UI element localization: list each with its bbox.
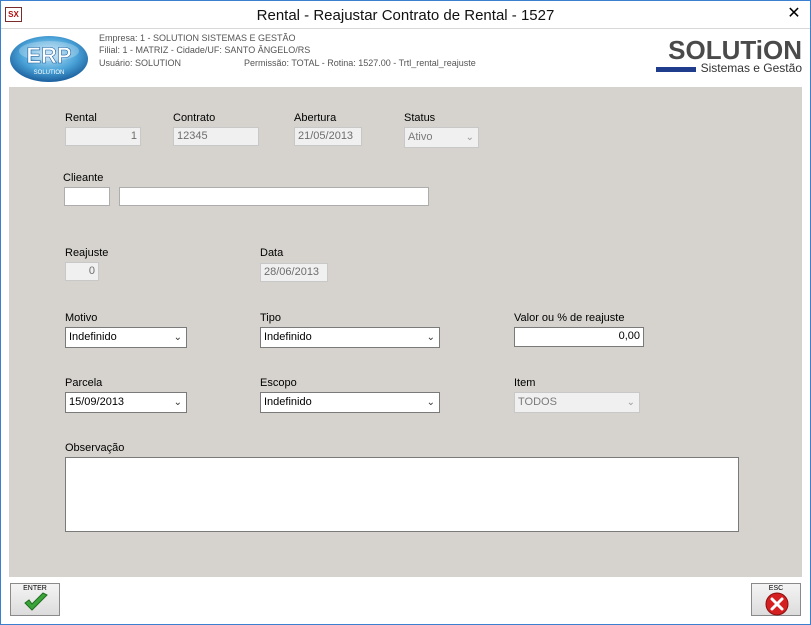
filial-info: Filial: 1 - MATRIZ - Cidade/UF: SANTO ÂN… <box>99 45 311 55</box>
usuario-info: Usuário: SOLUTION <box>99 58 182 68</box>
data-field: 28/06/2013 <box>260 263 328 282</box>
tipo-select[interactable]: Indefinido ⌄ <box>260 327 440 348</box>
escopo-label: Escopo <box>260 377 297 389</box>
abertura-field: 21/05/2013 <box>294 127 362 146</box>
esc-label: ESC <box>768 585 784 592</box>
reajuste-field: 0 <box>65 262 99 281</box>
motivo-select[interactable]: Indefinido ⌄ <box>65 327 187 348</box>
title-bar: SX Rental - Reajustar Contrato de Rental… <box>1 1 810 29</box>
cancel-icon <box>765 592 789 616</box>
enter-label: ENTER <box>23 585 47 592</box>
brand-sub: Sistemas e Gestão <box>700 61 802 75</box>
valor-input[interactable]: 0,00 <box>514 327 644 347</box>
chevron-down-icon: ⌄ <box>426 332 435 343</box>
valor-label: Valor ou % de reajuste <box>514 312 625 324</box>
status-label: Status <box>404 112 436 124</box>
rental-field: 1 <box>65 127 141 146</box>
chevron-down-icon: ⌄ <box>173 332 182 343</box>
checkmark-icon <box>24 592 48 611</box>
window-title: Rental - Reajustar Contrato de Rental - … <box>256 7 555 24</box>
brand-bar <box>656 67 696 72</box>
observacao-label: Observação <box>65 442 125 454</box>
header: ERP SOLUTION Empresa: 1 - SOLUTION SISTE… <box>1 29 810 87</box>
motivo-label: Motivo <box>65 312 98 324</box>
contrato-field: 12345 <box>173 127 259 146</box>
window: SX Rental - Reajustar Contrato de Rental… <box>0 0 811 625</box>
item-select: TODOS ⌄ <box>514 392 640 413</box>
status-select: Ativo ⌄ <box>404 127 479 148</box>
item-label: Item <box>514 377 536 389</box>
parcela-label: Parcela <box>65 377 103 389</box>
escopo-select[interactable]: Indefinido ⌄ <box>260 392 440 413</box>
observacao-textarea[interactable] <box>65 457 739 532</box>
footer: ENTER ESC <box>1 577 810 624</box>
data-label: Data <box>260 247 284 259</box>
escopo-value: Indefinido <box>264 396 312 408</box>
esc-button[interactable]: ESC <box>751 583 801 616</box>
reajuste-label: Reajuste <box>65 247 109 259</box>
parcela-select[interactable]: 15/09/2013 ⌄ <box>65 392 187 413</box>
contrato-label: Contrato <box>173 112 216 124</box>
solution-logo: SOLUTiON Sistemas e Gestão <box>656 37 802 77</box>
empresa-info: Empresa: 1 - SOLUTION SISTEMAS E GESTÃO <box>99 33 296 43</box>
tipo-label: Tipo <box>260 312 281 324</box>
brand-main: SOLUTiON <box>668 35 802 65</box>
chevron-down-icon: ⌄ <box>173 397 182 408</box>
item-value: TODOS <box>518 396 557 408</box>
permissao-info: Permissão: TOTAL - Rotina: 1527.00 - Trt… <box>244 58 476 68</box>
status-value: Ativo <box>408 131 433 143</box>
enter-button[interactable]: ENTER <box>10 583 60 616</box>
close-icon[interactable]: ✕ <box>784 5 804 23</box>
svg-text:ERP: ERP <box>26 43 71 68</box>
parcela-value: 15/09/2013 <box>69 396 125 408</box>
svg-text:SOLUTION: SOLUTION <box>34 70 65 76</box>
tipo-value: Indefinido <box>264 331 312 343</box>
chevron-down-icon: ⌄ <box>465 132 474 143</box>
cliente-label: Clieante <box>63 172 104 184</box>
form-panel: Rental 1 Contrato 12345 Abertura 21/05/2… <box>9 87 802 577</box>
rental-label: Rental <box>65 112 97 124</box>
abertura-label: Abertura <box>294 112 337 124</box>
erp-logo: ERP SOLUTION <box>9 33 89 83</box>
chevron-down-icon: ⌄ <box>626 397 635 408</box>
motivo-value: Indefinido <box>69 331 117 343</box>
cliente-name-input[interactable] <box>119 187 429 206</box>
chevron-down-icon: ⌄ <box>426 397 435 408</box>
cliente-code-input[interactable] <box>64 187 110 206</box>
